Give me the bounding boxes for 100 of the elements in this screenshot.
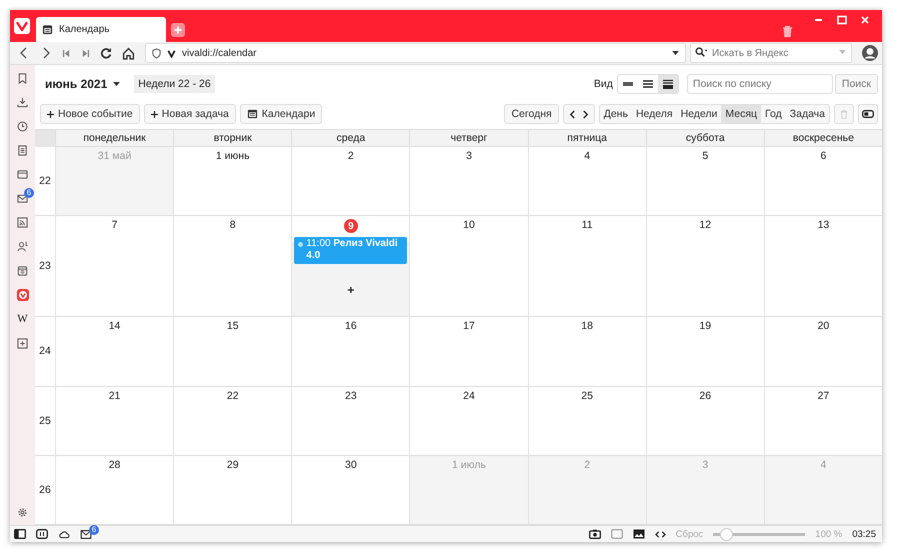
plus-icon bbox=[47, 110, 54, 118]
tiling-icon[interactable] bbox=[36, 529, 48, 539]
date-label: 24 bbox=[463, 390, 475, 403]
next-icon[interactable] bbox=[582, 110, 589, 118]
day-cell[interactable]: 19 bbox=[646, 317, 764, 387]
date-label: 5 bbox=[702, 150, 708, 163]
day-cell[interactable]: 5 bbox=[646, 147, 764, 216]
day-cell[interactable]: 10 bbox=[409, 216, 528, 318]
range-tab[interactable]: Год bbox=[761, 105, 786, 123]
search-icon[interactable] bbox=[695, 47, 708, 58]
day-cell[interactable]: 24 bbox=[409, 386, 528, 456]
reload-icon[interactable] bbox=[100, 47, 112, 59]
day-cell[interactable]: 11 bbox=[528, 216, 646, 318]
browser-tab[interactable]: Календарь bbox=[36, 17, 166, 42]
event-title: 11:00 Релиз Vivaldi 4.0 bbox=[306, 238, 399, 262]
day-cell[interactable]: 4 bbox=[528, 147, 646, 216]
density-toggle[interactable] bbox=[658, 75, 678, 93]
day-cell[interactable]: 8 bbox=[173, 216, 292, 318]
contacts-icon[interactable] bbox=[17, 241, 28, 252]
window-icon[interactable] bbox=[17, 169, 28, 180]
day-cell[interactable]: 26 bbox=[646, 386, 764, 456]
cloud-icon[interactable] bbox=[58, 530, 70, 538]
date-label: 20 bbox=[818, 320, 830, 334]
camera-icon[interactable] bbox=[588, 529, 601, 539]
date-label: 3 bbox=[702, 458, 708, 472]
code-icon[interactable] bbox=[654, 530, 666, 538]
range-tab[interactable]: Задача bbox=[786, 105, 829, 123]
day-cell[interactable]: 22 bbox=[173, 386, 292, 456]
rewind-icon[interactable] bbox=[62, 48, 71, 58]
day-cell[interactable]: 15 bbox=[173, 317, 292, 387]
calendar-icon[interactable] bbox=[17, 265, 28, 276]
vivaldi-logo-icon[interactable] bbox=[16, 289, 28, 301]
image-icon[interactable] bbox=[632, 529, 645, 539]
day-cell[interactable]: 2 bbox=[291, 147, 410, 216]
list-search-field[interactable]: Поиск по списку bbox=[686, 74, 833, 94]
day-cell[interactable]: 29 bbox=[173, 456, 292, 525]
fast-forward-icon[interactable] bbox=[81, 48, 90, 58]
range-tab[interactable]: День bbox=[600, 105, 632, 123]
weekday-header: понедельник bbox=[55, 130, 174, 147]
close-icon[interactable] bbox=[860, 15, 870, 25]
day-cell[interactable]: 1 июнь bbox=[173, 147, 292, 216]
add-panel-icon[interactable] bbox=[17, 338, 28, 349]
toolbar-button[interactable]: Календари bbox=[240, 104, 322, 124]
day-cell[interactable]: 25 bbox=[528, 386, 646, 456]
day-cell[interactable]: 30 bbox=[291, 456, 410, 525]
day-cell[interactable]: 23 bbox=[291, 386, 410, 456]
notes-icon[interactable] bbox=[17, 145, 28, 156]
today-button[interactable]: Сегодня bbox=[504, 104, 559, 124]
clock: 03:25 bbox=[852, 528, 876, 540]
date-label: 16 bbox=[345, 320, 357, 334]
dropdown-caret-icon[interactable] bbox=[672, 50, 679, 56]
maximize-icon[interactable] bbox=[837, 15, 847, 25]
address-field[interactable]: vivaldi://calendar bbox=[145, 43, 686, 63]
day-cell[interactable]: 14 bbox=[55, 317, 174, 387]
shield-icon bbox=[152, 48, 161, 58]
web-panel-label[interactable]: W bbox=[17, 314, 28, 325]
vivaldi-logo-icon[interactable] bbox=[14, 18, 30, 34]
day-cell[interactable]: 28 bbox=[55, 456, 174, 525]
search-field[interactable]: Искать в Яндекс bbox=[690, 43, 852, 63]
day-cell[interactable]: 17 bbox=[409, 317, 528, 387]
mail-icon[interactable] bbox=[17, 193, 28, 204]
toolbar-button[interactable]: Новое событие bbox=[40, 104, 140, 124]
add-event-mark[interactable]: + bbox=[347, 283, 354, 298]
clock-icon[interactable] bbox=[17, 121, 28, 132]
settings-icon[interactable] bbox=[17, 507, 28, 518]
day-cell[interactable]: 12 bbox=[646, 216, 764, 318]
month-selector[interactable]: июнь 2021 bbox=[45, 77, 108, 91]
unread-badge: 6 bbox=[24, 188, 34, 198]
day-cell[interactable]: 7 bbox=[55, 216, 174, 318]
date-label: 21 bbox=[108, 390, 120, 403]
profile-icon[interactable] bbox=[862, 45, 878, 61]
download-icon[interactable] bbox=[17, 97, 28, 108]
bookmark-icon[interactable] bbox=[17, 73, 28, 84]
day-cell[interactable]: 16 bbox=[291, 317, 410, 387]
page-tiling-icon[interactable] bbox=[610, 529, 623, 539]
calendar-icon bbox=[246, 109, 258, 119]
day-cell[interactable]: 13 bbox=[764, 216, 882, 318]
day-cell[interactable]: 20 bbox=[764, 317, 882, 387]
range-tab[interactable]: Недели bbox=[676, 105, 722, 123]
toggle-panel-button[interactable] bbox=[858, 104, 878, 124]
day-cell[interactable]: 6 bbox=[764, 147, 882, 216]
home-icon[interactable] bbox=[122, 46, 135, 60]
day-cell[interactable]: 27 bbox=[764, 386, 882, 456]
day-cell[interactable]: 3 bbox=[409, 147, 528, 216]
day-cell[interactable]: 21 bbox=[55, 386, 174, 456]
range-tab[interactable]: Неделя bbox=[632, 105, 677, 123]
mail-icon[interactable] bbox=[80, 530, 92, 538]
search-button[interactable]: Поиск bbox=[834, 74, 878, 94]
panel-toggle-icon[interactable] bbox=[14, 529, 26, 539]
feed-icon[interactable] bbox=[17, 217, 28, 228]
range-tab[interactable]: Месяц bbox=[721, 105, 762, 123]
new-tab-icon[interactable] bbox=[171, 23, 185, 37]
dropdown-caret-icon[interactable] bbox=[113, 82, 120, 86]
day-cell[interactable]: 18 bbox=[528, 317, 646, 387]
toolbar-button[interactable]: Новая задача bbox=[144, 104, 236, 124]
weekday-header: суббота bbox=[646, 130, 764, 147]
day-cell[interactable]: 9 11:00 Релиз Vivaldi 4.0 + bbox=[291, 216, 410, 318]
date-label: 13 bbox=[818, 219, 830, 232]
weekday-header: пятница bbox=[528, 130, 646, 147]
previous-icon[interactable] bbox=[568, 110, 576, 118]
